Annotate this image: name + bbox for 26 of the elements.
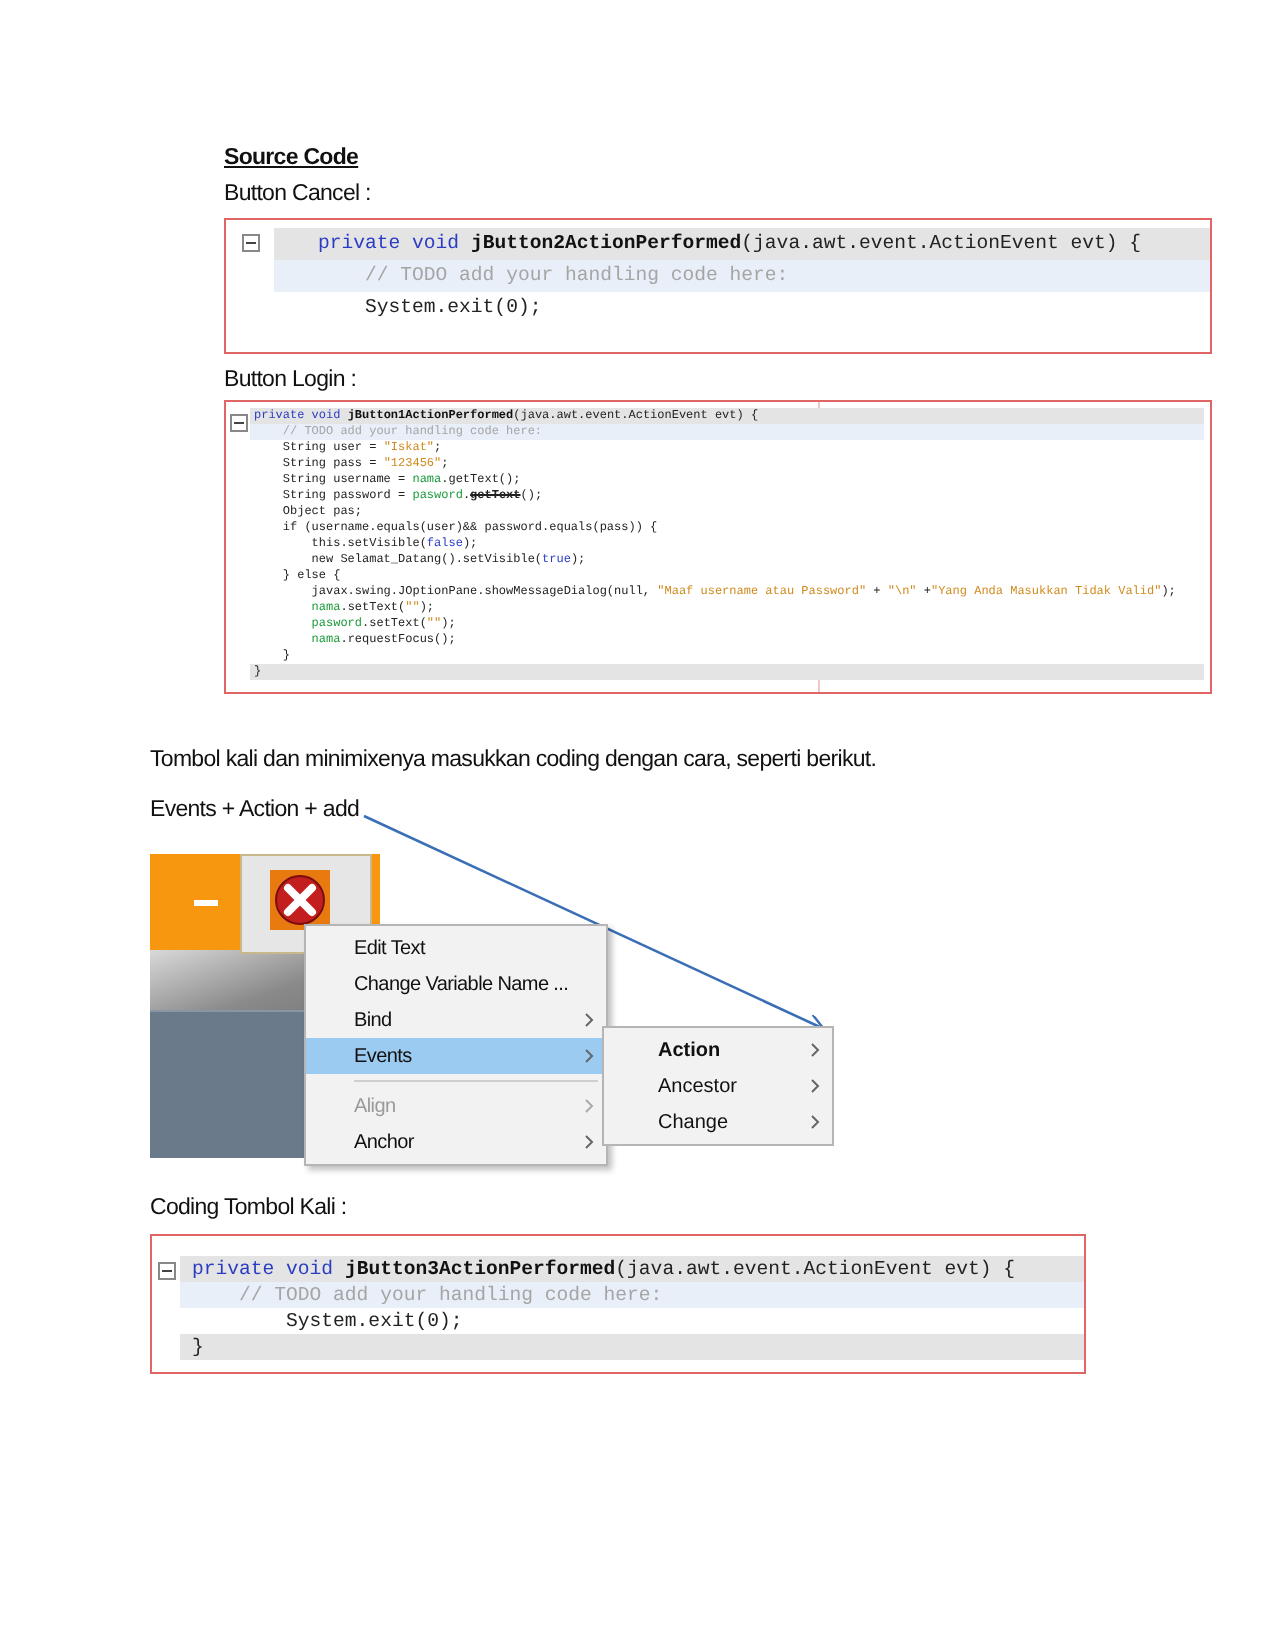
caption: Button Login : [224, 366, 357, 396]
menu-item[interactable]: Change Variable Name ... [306, 966, 606, 1002]
collapse-icon[interactable] [157, 1262, 175, 1280]
menu-item[interactable]: Events [306, 1038, 606, 1074]
caption: Button Cancel : [224, 180, 371, 210]
menu-item[interactable]: Action [604, 1032, 832, 1068]
menu-item[interactable]: Ancestor [604, 1068, 832, 1104]
menu-item[interactable]: Bind [306, 1002, 606, 1038]
caption: Coding Tombol Kali : [150, 1194, 347, 1224]
collapse-icon[interactable] [241, 234, 259, 252]
chevron-right-icon [584, 1134, 594, 1150]
menu-item[interactable]: Change [604, 1104, 832, 1140]
minimize-icon [194, 900, 218, 906]
menu-item[interactable]: Edit Text [306, 930, 606, 966]
chevron-right-icon [810, 1114, 820, 1130]
collapse-icon[interactable] [229, 414, 247, 432]
caption: Events + Action + add [150, 796, 360, 826]
chevron-right-icon [584, 1012, 594, 1028]
chevron-right-icon [810, 1078, 820, 1094]
menu-item[interactable]: Anchor [306, 1124, 606, 1160]
section-heading: Source Code [224, 144, 359, 174]
chevron-right-icon [584, 1048, 594, 1064]
chevron-right-icon [810, 1042, 820, 1058]
chevron-right-icon [584, 1098, 594, 1114]
close-icon[interactable] [270, 870, 330, 930]
paragraph: Tombol kali dan minimixenya masukkan coding dengan cara, seperti berikut. [150, 746, 877, 776]
